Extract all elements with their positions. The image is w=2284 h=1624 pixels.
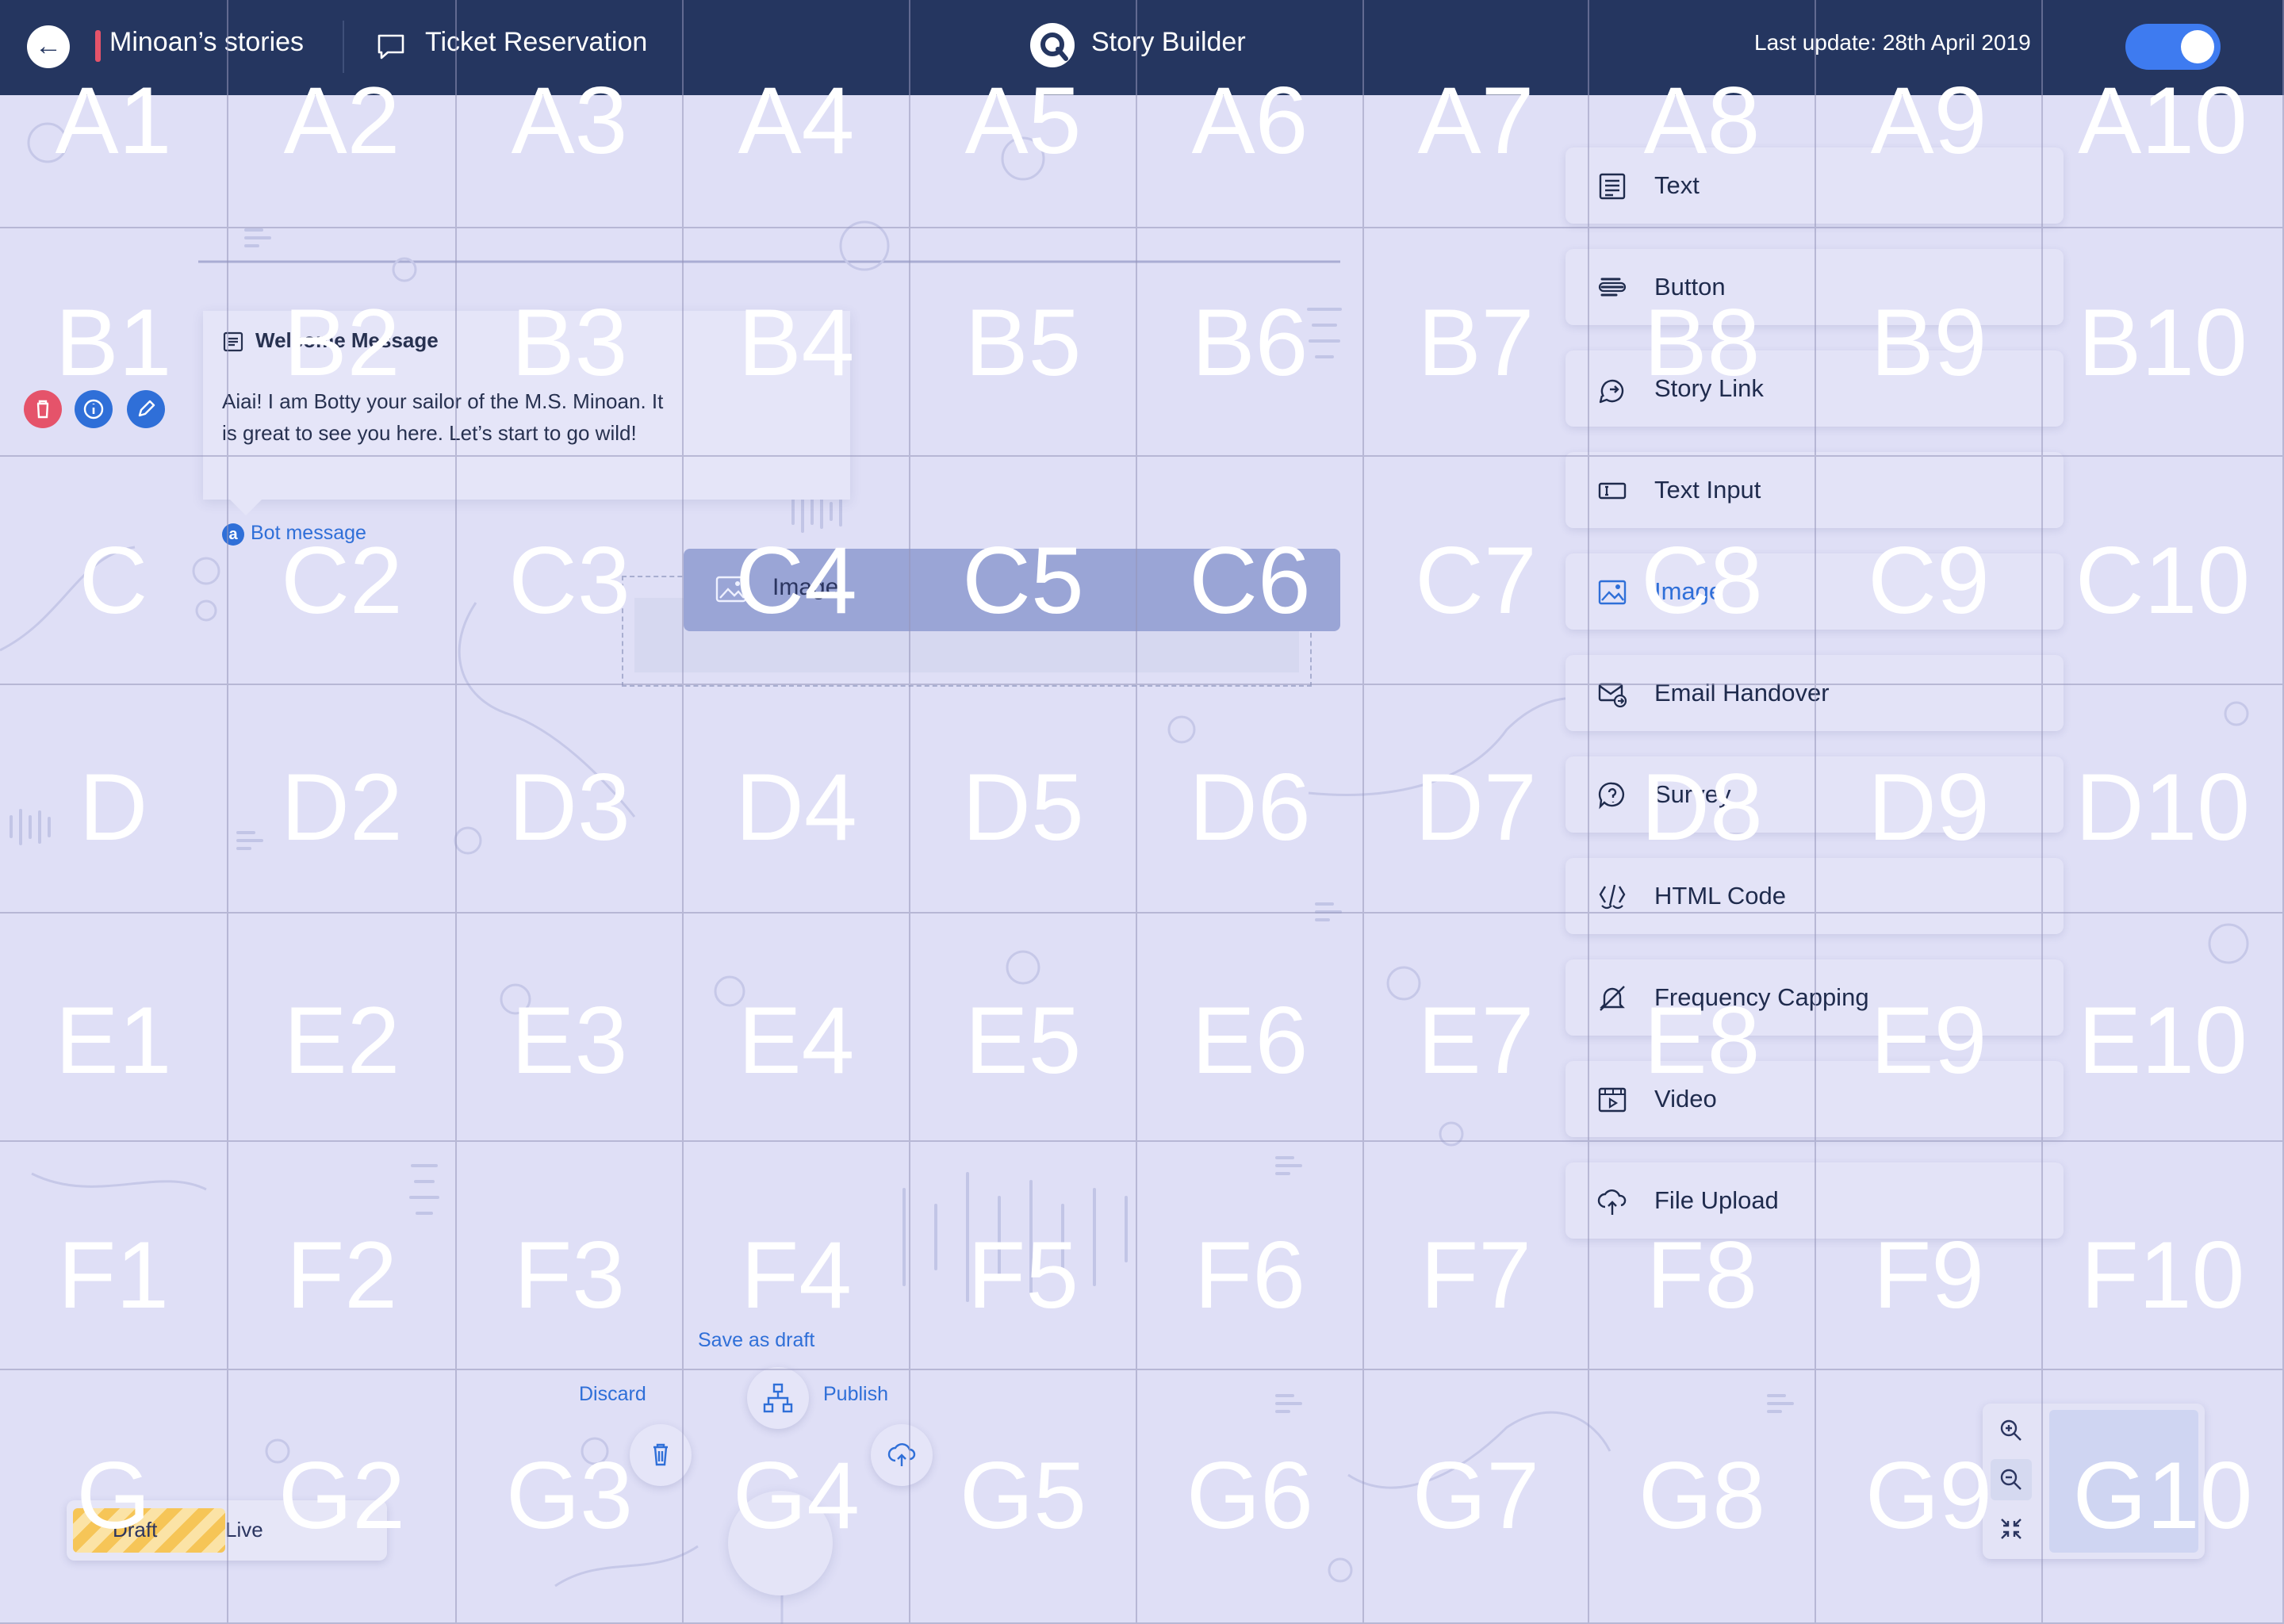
palette-item-label: Text	[1654, 171, 1700, 199]
palette-item-image[interactable]: Image	[1565, 553, 2064, 630]
text-input-icon	[1598, 482, 1627, 500]
main-action-button[interactable]	[728, 1491, 833, 1595]
fit-screen-icon	[2001, 1519, 2021, 1539]
palette-item-label: Button	[1654, 273, 1726, 301]
palette-item-video[interactable]: Video	[1565, 1061, 2064, 1137]
palette-item-frequency-capping[interactable]: Frequency Capping	[1565, 959, 2064, 1036]
live-option[interactable]: Live	[225, 1518, 263, 1542]
draft-live-switch[interactable]: Draft Live	[67, 1500, 387, 1561]
info-icon	[83, 399, 104, 419]
trash-icon	[653, 1443, 668, 1466]
save-as-draft-button[interactable]: Save as draft	[698, 1329, 814, 1352]
publish-button[interactable]: Publish	[823, 1383, 888, 1406]
palette-item-label: File Upload	[1654, 1186, 1779, 1214]
cloud-upload-icon	[887, 1443, 916, 1466]
zoom-out-button[interactable]	[1991, 1459, 2032, 1500]
palette-item-text-input[interactable]: Text Input	[1565, 452, 2064, 528]
card-header: Welcome Message	[222, 328, 439, 353]
palette-item-label: Text Input	[1654, 476, 1761, 504]
zoom-in-button[interactable]	[1991, 1410, 2032, 1451]
zoom-out-icon	[2000, 1469, 2021, 1490]
button-icon	[1598, 278, 1627, 297]
palette-item-button[interactable]: Button	[1565, 249, 2064, 325]
palette-item-label: Image	[1654, 577, 1723, 605]
info-card-button[interactable]	[75, 390, 113, 428]
video-icon	[1598, 1087, 1627, 1113]
welcome-message-card[interactable]: Welcome Message Aiai! I am Botty your sa…	[203, 311, 850, 515]
delete-icon	[36, 400, 49, 419]
draft-option[interactable]: Draft	[73, 1508, 225, 1553]
bot-message-label: a Bot message	[222, 522, 366, 546]
sitemap-icon	[763, 1383, 793, 1413]
palette-item-text[interactable]: Text	[1565, 147, 2064, 224]
story-link-icon	[1599, 379, 1624, 404]
minimap-pane[interactable]	[2049, 1410, 2198, 1553]
image-icon	[715, 576, 747, 603]
fit-screen-button[interactable]	[1991, 1508, 2032, 1549]
flow-view-button[interactable]	[747, 1367, 809, 1429]
card-message: Aiai! I am Botty your sailor of the M.S.…	[222, 389, 664, 445]
discard-fab[interactable]	[630, 1424, 692, 1486]
draft-label: Draft	[113, 1518, 158, 1542]
bot-icon: a	[222, 523, 244, 546]
text-icon	[1599, 173, 1626, 200]
delete-card-button[interactable]	[24, 390, 62, 428]
card-title: Welcome Message	[255, 328, 439, 352]
edit-card-button[interactable]	[127, 390, 165, 428]
zoom-in-icon	[2000, 1419, 2021, 1441]
palette-item-label: Email Handover	[1654, 679, 1830, 707]
bot-message-text: Bot message	[251, 522, 366, 544]
zoom-controls	[1983, 1404, 2205, 1559]
publish-fab[interactable]	[871, 1424, 933, 1486]
palette-item-email-handover[interactable]: Email Handover	[1565, 655, 2064, 731]
text-block-icon	[223, 332, 243, 352]
palette-item-file-upload[interactable]: File Upload	[1565, 1162, 2064, 1239]
html-code-icon	[1599, 884, 1626, 910]
image-icon	[1598, 580, 1627, 605]
palette-item-label: Frequency Capping	[1654, 983, 1869, 1011]
palette-item-html-code[interactable]: HTML Code	[1565, 858, 2064, 934]
survey-icon	[1598, 782, 1624, 810]
palette-item-story-link[interactable]: Story Link	[1565, 350, 2064, 427]
palette-item-survey[interactable]: Survey	[1565, 756, 2064, 833]
edit-icon	[138, 400, 155, 417]
palette-item-label: Survey	[1654, 780, 1731, 808]
palette-item-label: Video	[1654, 1085, 1717, 1113]
frequency-capping-icon	[1600, 986, 1625, 1011]
palette-item-label: Story Link	[1654, 374, 1764, 402]
file-upload-icon	[1597, 1189, 1627, 1215]
card-tail	[230, 500, 262, 515]
discard-button[interactable]: Discard	[579, 1383, 646, 1406]
palette-item-label: HTML Code	[1654, 882, 1786, 910]
email-handover-icon	[1598, 683, 1627, 708]
drop-zone-label: Image	[772, 574, 839, 600]
